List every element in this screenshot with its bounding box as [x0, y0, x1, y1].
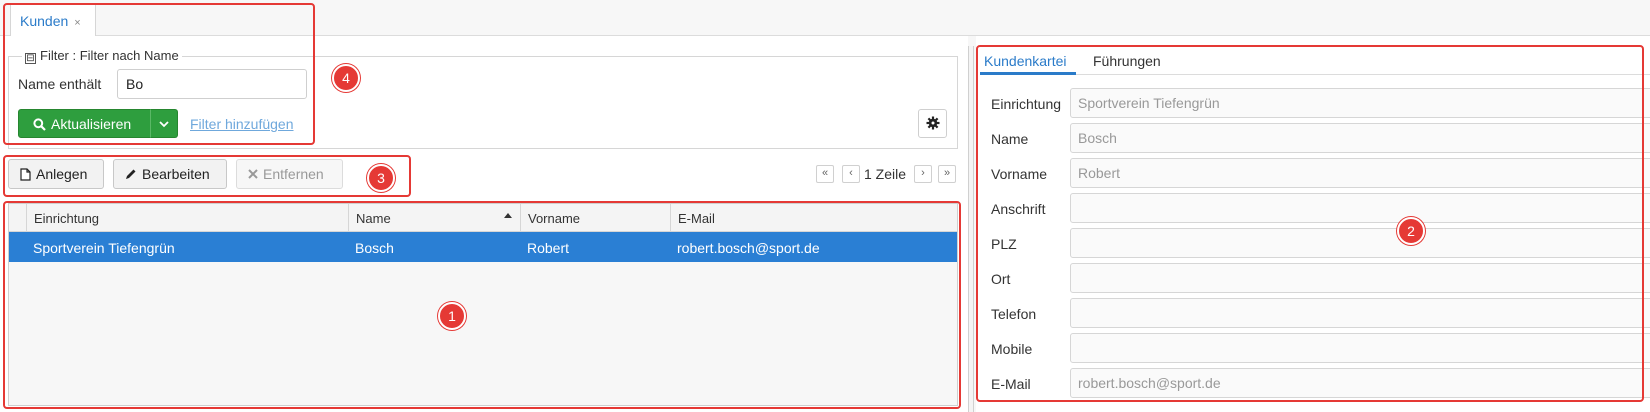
gear-icon	[926, 116, 939, 130]
annotation-box-4	[3, 3, 315, 145]
annotation-marker-1: 1	[438, 302, 466, 330]
panel-splitter[interactable]	[968, 46, 974, 412]
last-page-icon[interactable]: »	[938, 165, 956, 183]
annotation-box-2	[976, 45, 1644, 402]
row-count: 1 Zeile	[864, 166, 907, 182]
annotation-box-3	[3, 155, 411, 197]
next-page-icon[interactable]: ›	[914, 165, 932, 183]
settings-button[interactable]	[918, 109, 947, 138]
first-page-icon[interactable]: «	[816, 165, 834, 183]
annotation-marker-2: 2	[1397, 217, 1425, 245]
annotation-marker-3: 3	[367, 164, 395, 192]
annotation-marker-4: 4	[332, 64, 360, 92]
prev-page-icon[interactable]: ‹	[842, 165, 860, 183]
annotation-box-1	[3, 201, 961, 409]
